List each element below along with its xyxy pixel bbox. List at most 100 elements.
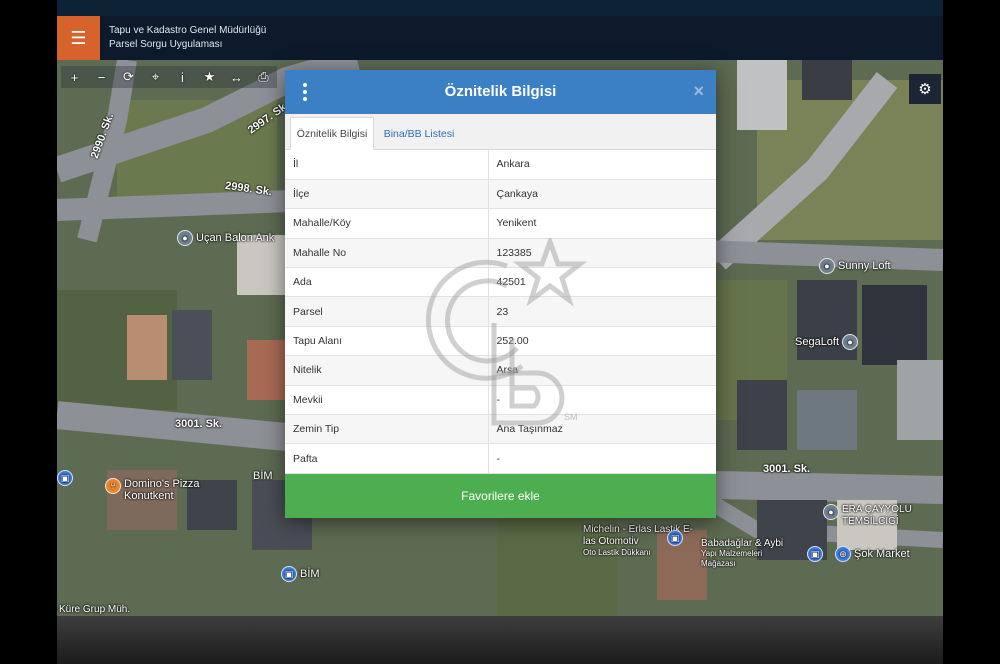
poi-dominos[interactable]: ⑂ Domino's Pizza Konutkent	[105, 478, 204, 502]
poi-label: Babadağlar & Aybi	[701, 538, 784, 549]
header-title-line2: Parsel Sorgu Uygulaması	[109, 39, 223, 50]
poi-label: SegaLoft	[795, 336, 840, 348]
poi-bim-2[interactable]: ▣ BİM	[281, 566, 320, 582]
dialog-header: Öznitelik Bilgisi ×	[285, 70, 716, 114]
plus-icon: +	[70, 69, 79, 85]
poi-bim-1[interactable]: BİM	[253, 470, 273, 482]
poi-label: Uçan Balon Ank	[196, 232, 275, 244]
table-row: Mevkii -	[285, 385, 716, 416]
table-row: İlçe Çankaya	[285, 179, 716, 210]
info-icon: i	[181, 69, 184, 85]
attribute-value: -	[488, 443, 716, 474]
zoom-out-button[interactable]: −	[88, 66, 115, 88]
restaurant-icon: ⑂	[105, 478, 121, 494]
poi-label: BİM	[253, 470, 273, 482]
attribute-value: 42501	[488, 267, 716, 298]
table-row: Zemin Tip Ana Taşınmaz	[285, 414, 716, 445]
attribute-key: Mevkii	[285, 385, 489, 416]
map-pin-icon: ●	[823, 504, 839, 520]
zoom-in-button[interactable]: +	[61, 66, 88, 88]
poi-shop-pin-2[interactable]: ▣	[667, 530, 683, 546]
measure-button[interactable]: ↔	[223, 66, 250, 88]
table-row: Ada 42501	[285, 267, 716, 298]
poi-label: Küre Grup Müh.	[59, 604, 131, 615]
street-label: 3001. Sk.	[763, 463, 811, 475]
attribute-value: Ankara	[488, 150, 716, 180]
refresh-button[interactable]: ⟳	[115, 66, 142, 88]
shopping-bag-icon: ▣	[281, 566, 297, 582]
attribute-key: İlçe	[285, 179, 489, 210]
add-to-favorites-button[interactable]: Favorilere ekle	[285, 474, 716, 518]
attribute-dialog: Öznitelik Bilgisi × Öznitelik Bilgisi Bi…	[285, 70, 716, 518]
attribute-key: Mahalle No	[285, 238, 489, 269]
attribute-value: -	[488, 385, 716, 416]
tab-bina-bb-listesi[interactable]: Bina/BB Listesi	[377, 117, 461, 150]
star-icon: ★	[203, 69, 216, 84]
bottom-bar	[57, 616, 943, 664]
attribute-value: 123385	[488, 238, 716, 269]
attribute-value: Ana Taşınmaz	[488, 414, 716, 445]
dialog-title: Öznitelik Bilgisi	[444, 83, 557, 100]
attribute-value: Arsa	[488, 355, 716, 386]
attribute-key: İl	[285, 150, 489, 180]
poi-label: BİM	[300, 568, 320, 580]
attribute-table: İl Ankara İlçe Çankaya Mahalle/Köy Yenikent…	[285, 150, 716, 474]
poi-sub-label: Oto Lastik Dükkanı	[583, 548, 651, 557]
poi-era[interactable]: ● ERA ÇAYYOLU TEMSİLCİĞİ	[823, 504, 924, 528]
poi-shop-pin[interactable]: ▣	[57, 470, 73, 486]
print-button[interactable]: ⎙	[250, 66, 277, 88]
table-row: Mahalle No 123385	[285, 238, 716, 269]
street-label: 3001. Sk.	[175, 418, 223, 430]
attribute-key: Zemin Tip	[285, 414, 489, 445]
poi-babadaglar[interactable]: Babadağlar & Aybi Yapı Malzemeleri Mağaz…	[701, 538, 787, 569]
shopping-bag-icon: ▣	[667, 530, 683, 546]
poi-sunny-loft[interactable]: ● Sunny Loft	[819, 258, 891, 274]
header-titles: Tapu ve Kadastro Genel Müdürlüğü Parsel …	[109, 24, 266, 52]
poi-michelin[interactable]: Michelin - Erlas Lastik E-las Otomotiv O…	[583, 524, 703, 557]
print-icon: ⎙	[258, 69, 269, 84]
table-row: Tapu Alanı 252.00	[285, 326, 716, 357]
cart-icon: ⊕	[835, 546, 851, 562]
attribute-key: Tapu Alanı	[285, 326, 489, 357]
favorite-button[interactable]: ★	[196, 66, 223, 88]
poi-label: Şok Market	[854, 548, 910, 560]
menu-icon[interactable]: ☰	[57, 16, 100, 60]
table-row: Nitelik Arsa	[285, 355, 716, 386]
tab-oznitelik-bilgisi[interactable]: Öznitelik Bilgisi	[290, 117, 374, 150]
app-header: ☰ Tapu ve Kadastro Genel Müdürlüğü Parse…	[57, 16, 943, 60]
shopping-bag-icon: ▣	[807, 546, 823, 562]
attribute-key: Nitelik	[285, 355, 489, 386]
locate-button[interactable]: ⌖	[142, 66, 169, 88]
gear-icon: ⚙	[918, 81, 932, 98]
info-button[interactable]: i	[169, 66, 196, 88]
poi-ucan-balon[interactable]: ● Uçan Balon Ank	[177, 230, 274, 246]
attribute-value: 23	[488, 296, 716, 327]
poi-sok-market[interactable]: ⊕ Şok Market	[835, 546, 910, 562]
settings-button[interactable]: ⚙	[909, 74, 941, 104]
attribute-value: Yenikent	[488, 208, 716, 239]
top-strip	[57, 0, 943, 16]
table-row: İl Ankara	[285, 150, 716, 180]
measure-icon: ↔	[230, 69, 243, 85]
poi-sega-loft[interactable]: SegaLoft ●	[795, 334, 859, 350]
map-toolbar: + − ⟳ ⌖ i ★ ↔ ⎙	[61, 66, 277, 88]
refresh-icon: ⟳	[123, 69, 134, 84]
attribute-key: Pafta	[285, 443, 489, 474]
attribute-key: Parsel	[285, 296, 489, 327]
poi-label: Domino's Pizza Konutkent	[124, 478, 200, 502]
poi-sub-label: Yapı Malzemeleri Mağazası	[701, 549, 763, 568]
poi-shop-pin-3[interactable]: ▣	[807, 546, 823, 562]
map-pin-icon: ●	[842, 334, 859, 350]
header-title-line1: Tapu ve Kadastro Genel Müdürlüğü	[109, 25, 267, 36]
attribute-value: Çankaya	[488, 179, 716, 210]
shopping-bag-icon: ▣	[57, 470, 73, 486]
table-row: Pafta -	[285, 443, 716, 474]
poi-label: Sunny Loft	[838, 260, 891, 272]
close-icon[interactable]: ×	[693, 81, 704, 102]
poi-kure[interactable]: Küre Grup Müh.	[59, 604, 130, 615]
attribute-value: 252.00	[488, 326, 716, 357]
table-row: Mahalle/Köy Yenikent	[285, 208, 716, 239]
table-row: Parsel 23	[285, 296, 716, 327]
locate-icon: ⌖	[151, 69, 160, 84]
dialog-tabs: Öznitelik Bilgisi Bina/BB Listesi	[285, 114, 716, 150]
